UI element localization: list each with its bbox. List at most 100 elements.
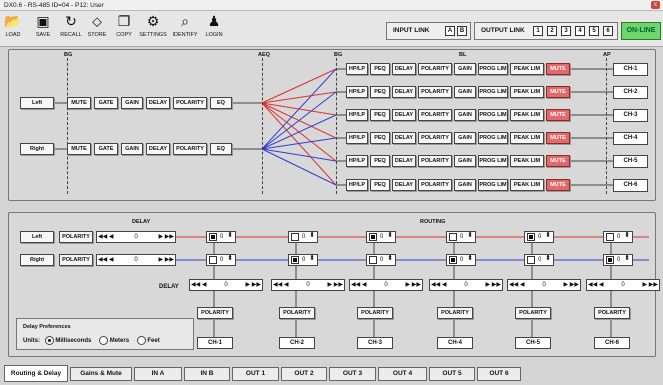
ch3-prog-lim-button[interactable]: PROG LIM xyxy=(478,109,508,121)
ch3-mute-button[interactable]: MUTE xyxy=(546,109,570,121)
feet-radio[interactable] xyxy=(136,336,146,345)
ch6-polarity-button[interactable]: POLARITY xyxy=(418,179,452,191)
input-left-gain-button[interactable]: GAIN xyxy=(121,97,143,109)
bottom-right-delay-spinner[interactable]: ◀◀ ◀ 0 ▶ ▶▶ xyxy=(96,254,176,266)
updown-arrow-icon[interactable]: ⬍ xyxy=(545,231,551,241)
ch2-mute-button[interactable]: MUTE xyxy=(546,86,570,98)
tab-in-a[interactable]: IN A xyxy=(134,367,182,381)
output-link-3-button[interactable]: 3 xyxy=(561,26,571,36)
route-right-ch1-checkbox[interactable] xyxy=(209,256,217,264)
out1-channel-label[interactable]: CH-1 xyxy=(197,337,233,349)
route-left-ch5-checkbox[interactable] xyxy=(527,233,535,241)
out6-polarity-button[interactable]: POLARITY xyxy=(594,307,630,319)
route-right-ch1-control[interactable]: 0 ⬍ xyxy=(206,254,236,266)
route-right-ch4-control[interactable]: 0 ⬍ xyxy=(446,254,476,266)
ch1-gain-button[interactable]: GAIN xyxy=(454,63,476,75)
out2-polarity-button[interactable]: POLARITY xyxy=(279,307,315,319)
route-left-ch1-checkbox[interactable] xyxy=(209,233,217,241)
ch5-polarity-button[interactable]: POLARITY xyxy=(418,155,452,167)
route-left-ch3-control[interactable]: 0 ⬍ xyxy=(366,231,396,243)
ch2-gain-button[interactable]: GAIN xyxy=(454,86,476,98)
input-right-polarity-button[interactable]: POLARITY xyxy=(173,143,207,155)
forward-icon[interactable]: ▶ ▶▶ xyxy=(158,255,174,265)
input-left-button[interactable]: Left xyxy=(20,97,54,109)
out4-delay-spinner[interactable]: ◀◀ ◀ 0 ▶ ▶▶ xyxy=(429,279,503,291)
updown-arrow-icon[interactable]: ⬍ xyxy=(309,254,315,264)
forward-icon[interactable]: ▶ ▶▶ xyxy=(245,280,261,290)
updown-arrow-icon[interactable]: ⬍ xyxy=(467,254,473,264)
login-button[interactable]: ♟ LOGIN xyxy=(201,14,227,39)
forward-icon[interactable]: ▶ ▶▶ xyxy=(485,280,501,290)
updown-arrow-icon[interactable]: ⬍ xyxy=(309,231,315,241)
meters-radio[interactable] xyxy=(99,336,109,345)
ch6-delay-button[interactable]: DELAY xyxy=(392,179,416,191)
route-left-ch4-control[interactable]: 0 ⬍ xyxy=(446,231,476,243)
ch6-gain-button[interactable]: GAIN xyxy=(454,179,476,191)
ch2-peak-lim-button[interactable]: PEAK LIM xyxy=(510,86,544,98)
out1-polarity-button[interactable]: POLARITY xyxy=(197,307,233,319)
ch2-peq-button[interactable]: PEQ xyxy=(370,86,390,98)
ch2-prog-lim-button[interactable]: PROG LIM xyxy=(478,86,508,98)
input-link-b-button[interactable]: B xyxy=(457,26,467,36)
route-left-ch3-checkbox[interactable] xyxy=(369,233,377,241)
tab-in-b[interactable]: IN B xyxy=(184,367,230,381)
out4-channel-label[interactable]: CH-4 xyxy=(437,337,473,349)
ch5-peq-button[interactable]: PEQ xyxy=(370,155,390,167)
input-right-mute-button[interactable]: MUTE xyxy=(67,143,91,155)
route-left-ch2-control[interactable]: 0 ⬍ xyxy=(288,231,318,243)
forward-icon[interactable]: ▶ ▶▶ xyxy=(327,280,343,290)
route-left-ch6-control[interactable]: 0 ⬍ xyxy=(603,231,633,243)
tab-out-5[interactable]: OUT 5 xyxy=(429,367,475,381)
ch5-mute-button[interactable]: MUTE xyxy=(546,155,570,167)
out3-polarity-button[interactable]: POLARITY xyxy=(357,307,393,319)
forward-icon[interactable]: ▶ ▶▶ xyxy=(642,280,658,290)
out4-polarity-button[interactable]: POLARITY xyxy=(437,307,473,319)
copy-button[interactable]: ❐ COPY xyxy=(113,14,135,39)
tab-out-3[interactable]: OUT 3 xyxy=(329,367,376,381)
output-ch5-label[interactable]: CH-5 xyxy=(613,155,648,168)
ch1-peq-button[interactable]: PEQ xyxy=(370,63,390,75)
ch3-gain-button[interactable]: GAIN xyxy=(454,109,476,121)
route-left-ch4-checkbox[interactable] xyxy=(449,233,457,241)
route-left-ch1-control[interactable]: 0 ⬍ xyxy=(206,231,236,243)
out5-channel-label[interactable]: CH-5 xyxy=(515,337,551,349)
ch1-hp-lp-button[interactable]: HP/LP xyxy=(346,63,368,75)
ch2-delay-button[interactable]: DELAY xyxy=(392,86,416,98)
ch1-mute-button[interactable]: MUTE xyxy=(546,63,570,75)
ch5-delay-button[interactable]: DELAY xyxy=(392,155,416,167)
updown-arrow-icon[interactable]: ⬍ xyxy=(545,254,551,264)
bottom-left-label[interactable]: Left xyxy=(20,231,54,243)
out2-delay-spinner[interactable]: ◀◀ ◀ 0 ▶ ▶▶ xyxy=(271,279,345,291)
out5-polarity-button[interactable]: POLARITY xyxy=(515,307,551,319)
output-ch4-label[interactable]: CH-4 xyxy=(613,132,648,145)
updown-arrow-icon[interactable]: ⬍ xyxy=(227,231,233,241)
ch4-hp-lp-button[interactable]: HP/LP xyxy=(346,132,368,144)
route-right-ch4-checkbox[interactable] xyxy=(449,256,457,264)
settings-button[interactable]: ⚙ SETTINGS xyxy=(137,14,169,39)
ch2-hp-lp-button[interactable]: HP/LP xyxy=(346,86,368,98)
output-link-5-button[interactable]: 5 xyxy=(589,26,599,36)
ch5-gain-button[interactable]: GAIN xyxy=(454,155,476,167)
save-button[interactable]: ▣ SAVE xyxy=(34,14,52,39)
online-button[interactable]: ON-LINE xyxy=(621,22,661,40)
ch6-mute-button[interactable]: MUTE xyxy=(546,179,570,191)
ch1-delay-button[interactable]: DELAY xyxy=(392,63,416,75)
tab-gains-mute[interactable]: Gains & Mute xyxy=(70,367,132,381)
ch4-peq-button[interactable]: PEQ xyxy=(370,132,390,144)
ch5-hp-lp-button[interactable]: HP/LP xyxy=(346,155,368,167)
bottom-left-delay-spinner[interactable]: ◀◀ ◀ 0 ▶ ▶▶ xyxy=(96,231,176,243)
ch2-polarity-button[interactable]: POLARITY xyxy=(418,86,452,98)
route-left-ch5-control[interactable]: 0 ⬍ xyxy=(524,231,554,243)
updown-arrow-icon[interactable]: ⬍ xyxy=(387,254,393,264)
bottom-right-label[interactable]: Right xyxy=(20,254,54,266)
tab-out-6[interactable]: OUT 6 xyxy=(477,367,521,381)
ch3-peak-lim-button[interactable]: PEAK LIM xyxy=(510,109,544,121)
ch4-prog-lim-button[interactable]: PROG LIM xyxy=(478,132,508,144)
identify-button[interactable]: ⌕ IDENTIFY xyxy=(171,14,199,39)
input-right-eq-button[interactable]: EQ xyxy=(210,143,232,155)
ch3-hp-lp-button[interactable]: HP/LP xyxy=(346,109,368,121)
tab-out-1[interactable]: OUT 1 xyxy=(232,367,279,381)
output-link-6-button[interactable]: 6 xyxy=(603,26,613,36)
updown-arrow-icon[interactable]: ⬍ xyxy=(387,231,393,241)
output-ch1-label[interactable]: CH-1 xyxy=(613,63,648,76)
